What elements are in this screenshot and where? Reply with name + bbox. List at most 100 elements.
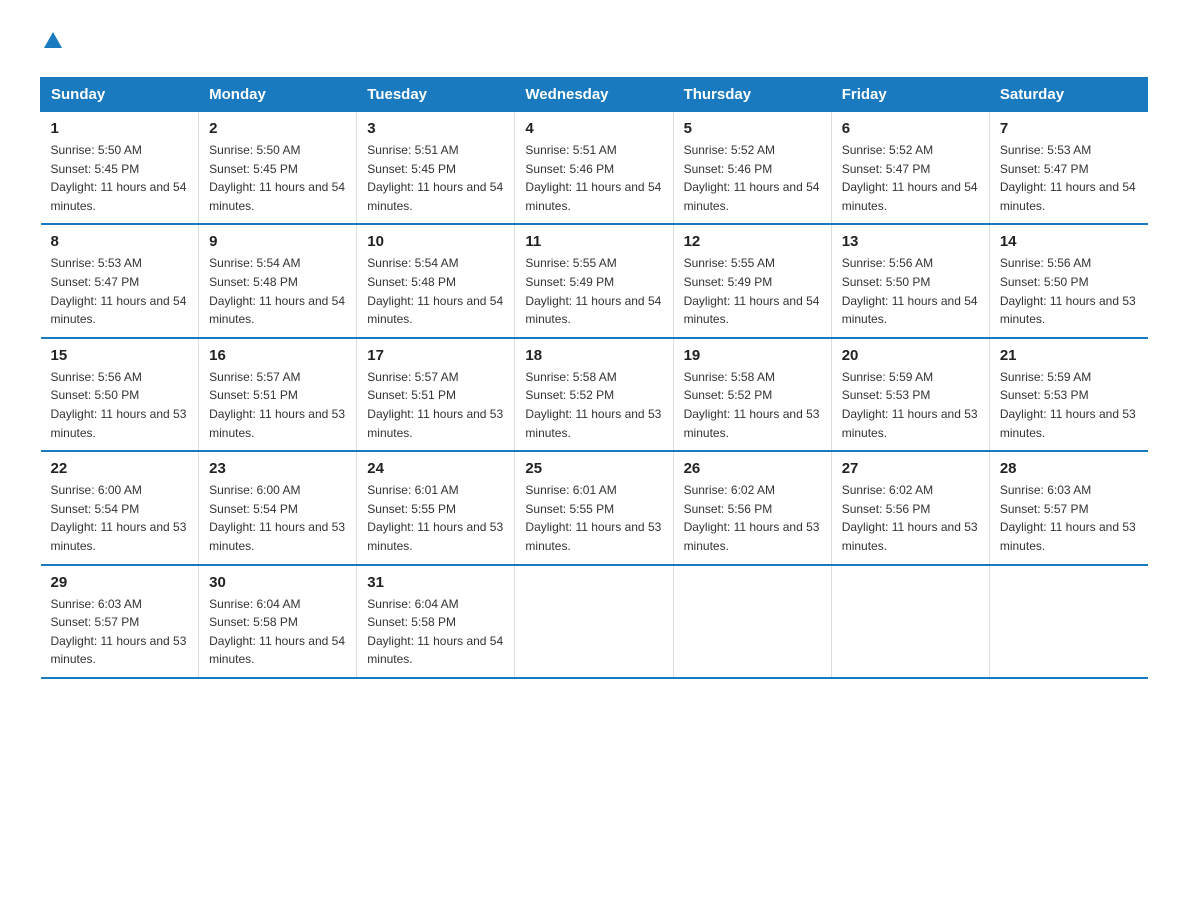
header-cell-sunday: Sunday [41, 78, 199, 112]
day-number: 7 [1000, 120, 1138, 137]
day-cell: 28 Sunrise: 6:03 AM Sunset: 5:57 PM Dayl… [989, 451, 1147, 564]
day-info: Sunrise: 5:51 AM Sunset: 5:46 PM Dayligh… [525, 141, 662, 215]
day-cell: 29 Sunrise: 6:03 AM Sunset: 5:57 PM Dayl… [41, 565, 199, 678]
header-row: SundayMondayTuesdayWednesdayThursdayFrid… [41, 78, 1148, 112]
week-row-2: 8 Sunrise: 5:53 AM Sunset: 5:47 PM Dayli… [41, 224, 1148, 337]
day-number: 19 [684, 347, 821, 364]
day-info: Sunrise: 5:51 AM Sunset: 5:45 PM Dayligh… [367, 141, 504, 215]
day-number: 9 [209, 233, 346, 250]
week-row-3: 15 Sunrise: 5:56 AM Sunset: 5:50 PM Dayl… [41, 338, 1148, 451]
day-info: Sunrise: 6:02 AM Sunset: 5:56 PM Dayligh… [684, 481, 821, 555]
day-number: 29 [51, 574, 189, 591]
day-info: Sunrise: 5:52 AM Sunset: 5:47 PM Dayligh… [842, 141, 979, 215]
header-cell-monday: Monday [199, 78, 357, 112]
day-number: 23 [209, 460, 346, 477]
day-number: 4 [525, 120, 662, 137]
day-info: Sunrise: 6:04 AM Sunset: 5:58 PM Dayligh… [367, 595, 504, 669]
day-info: Sunrise: 6:01 AM Sunset: 5:55 PM Dayligh… [367, 481, 504, 555]
day-info: Sunrise: 5:58 AM Sunset: 5:52 PM Dayligh… [525, 368, 662, 442]
day-number: 2 [209, 120, 346, 137]
day-number: 5 [684, 120, 821, 137]
day-number: 14 [1000, 233, 1138, 250]
day-number: 1 [51, 120, 189, 137]
day-info: Sunrise: 5:50 AM Sunset: 5:45 PM Dayligh… [209, 141, 346, 215]
day-cell: 13 Sunrise: 5:56 AM Sunset: 5:50 PM Dayl… [831, 224, 989, 337]
calendar-table: SundayMondayTuesdayWednesdayThursdayFrid… [40, 77, 1148, 679]
day-cell: 1 Sunrise: 5:50 AM Sunset: 5:45 PM Dayli… [41, 112, 199, 225]
day-number: 13 [842, 233, 979, 250]
header [40, 30, 1148, 57]
day-number: 12 [684, 233, 821, 250]
day-info: Sunrise: 5:53 AM Sunset: 5:47 PM Dayligh… [1000, 141, 1138, 215]
day-cell: 18 Sunrise: 5:58 AM Sunset: 5:52 PM Dayl… [515, 338, 673, 451]
day-number: 24 [367, 460, 504, 477]
day-info: Sunrise: 5:52 AM Sunset: 5:46 PM Dayligh… [684, 141, 821, 215]
day-info: Sunrise: 5:50 AM Sunset: 5:45 PM Dayligh… [51, 141, 189, 215]
day-number: 8 [51, 233, 189, 250]
day-cell [673, 565, 831, 678]
day-cell: 24 Sunrise: 6:01 AM Sunset: 5:55 PM Dayl… [357, 451, 515, 564]
day-cell [831, 565, 989, 678]
day-cell: 5 Sunrise: 5:52 AM Sunset: 5:46 PM Dayli… [673, 112, 831, 225]
day-cell: 11 Sunrise: 5:55 AM Sunset: 5:49 PM Dayl… [515, 224, 673, 337]
day-number: 10 [367, 233, 504, 250]
day-number: 31 [367, 574, 504, 591]
day-info: Sunrise: 5:59 AM Sunset: 5:53 PM Dayligh… [1000, 368, 1138, 442]
day-info: Sunrise: 6:02 AM Sunset: 5:56 PM Dayligh… [842, 481, 979, 555]
logo-triangle-icon [42, 30, 64, 52]
day-info: Sunrise: 6:03 AM Sunset: 5:57 PM Dayligh… [51, 595, 189, 669]
day-info: Sunrise: 5:56 AM Sunset: 5:50 PM Dayligh… [842, 254, 979, 328]
day-number: 20 [842, 347, 979, 364]
day-info: Sunrise: 6:04 AM Sunset: 5:58 PM Dayligh… [209, 595, 346, 669]
day-number: 25 [525, 460, 662, 477]
day-cell: 26 Sunrise: 6:02 AM Sunset: 5:56 PM Dayl… [673, 451, 831, 564]
day-cell: 10 Sunrise: 5:54 AM Sunset: 5:48 PM Dayl… [357, 224, 515, 337]
day-cell: 16 Sunrise: 5:57 AM Sunset: 5:51 PM Dayl… [199, 338, 357, 451]
day-number: 22 [51, 460, 189, 477]
day-cell: 22 Sunrise: 6:00 AM Sunset: 5:54 PM Dayl… [41, 451, 199, 564]
day-cell: 6 Sunrise: 5:52 AM Sunset: 5:47 PM Dayli… [831, 112, 989, 225]
day-cell: 19 Sunrise: 5:58 AM Sunset: 5:52 PM Dayl… [673, 338, 831, 451]
day-info: Sunrise: 5:57 AM Sunset: 5:51 PM Dayligh… [209, 368, 346, 442]
day-number: 11 [525, 233, 662, 250]
day-cell: 14 Sunrise: 5:56 AM Sunset: 5:50 PM Dayl… [989, 224, 1147, 337]
day-cell [515, 565, 673, 678]
day-cell: 9 Sunrise: 5:54 AM Sunset: 5:48 PM Dayli… [199, 224, 357, 337]
day-cell: 30 Sunrise: 6:04 AM Sunset: 5:58 PM Dayl… [199, 565, 357, 678]
day-cell: 3 Sunrise: 5:51 AM Sunset: 5:45 PM Dayli… [357, 112, 515, 225]
day-cell: 8 Sunrise: 5:53 AM Sunset: 5:47 PM Dayli… [41, 224, 199, 337]
day-cell: 20 Sunrise: 5:59 AM Sunset: 5:53 PM Dayl… [831, 338, 989, 451]
day-info: Sunrise: 5:56 AM Sunset: 5:50 PM Dayligh… [1000, 254, 1138, 328]
day-number: 21 [1000, 347, 1138, 364]
day-cell: 27 Sunrise: 6:02 AM Sunset: 5:56 PM Dayl… [831, 451, 989, 564]
header-cell-friday: Friday [831, 78, 989, 112]
day-cell: 31 Sunrise: 6:04 AM Sunset: 5:58 PM Dayl… [357, 565, 515, 678]
day-info: Sunrise: 5:54 AM Sunset: 5:48 PM Dayligh… [209, 254, 346, 328]
day-info: Sunrise: 5:59 AM Sunset: 5:53 PM Dayligh… [842, 368, 979, 442]
day-info: Sunrise: 5:58 AM Sunset: 5:52 PM Dayligh… [684, 368, 821, 442]
day-info: Sunrise: 5:54 AM Sunset: 5:48 PM Dayligh… [367, 254, 504, 328]
week-row-4: 22 Sunrise: 6:00 AM Sunset: 5:54 PM Dayl… [41, 451, 1148, 564]
day-info: Sunrise: 5:55 AM Sunset: 5:49 PM Dayligh… [525, 254, 662, 328]
day-number: 15 [51, 347, 189, 364]
day-info: Sunrise: 6:03 AM Sunset: 5:57 PM Dayligh… [1000, 481, 1138, 555]
header-cell-tuesday: Tuesday [357, 78, 515, 112]
day-cell: 2 Sunrise: 5:50 AM Sunset: 5:45 PM Dayli… [199, 112, 357, 225]
week-row-5: 29 Sunrise: 6:03 AM Sunset: 5:57 PM Dayl… [41, 565, 1148, 678]
day-info: Sunrise: 6:00 AM Sunset: 5:54 PM Dayligh… [209, 481, 346, 555]
day-number: 28 [1000, 460, 1138, 477]
day-number: 30 [209, 574, 346, 591]
day-number: 16 [209, 347, 346, 364]
day-cell: 23 Sunrise: 6:00 AM Sunset: 5:54 PM Dayl… [199, 451, 357, 564]
day-number: 3 [367, 120, 504, 137]
day-number: 18 [525, 347, 662, 364]
day-number: 6 [842, 120, 979, 137]
day-info: Sunrise: 5:55 AM Sunset: 5:49 PM Dayligh… [684, 254, 821, 328]
header-cell-thursday: Thursday [673, 78, 831, 112]
day-cell: 4 Sunrise: 5:51 AM Sunset: 5:46 PM Dayli… [515, 112, 673, 225]
day-number: 27 [842, 460, 979, 477]
day-cell [989, 565, 1147, 678]
day-cell: 17 Sunrise: 5:57 AM Sunset: 5:51 PM Dayl… [357, 338, 515, 451]
day-number: 17 [367, 347, 504, 364]
day-info: Sunrise: 6:01 AM Sunset: 5:55 PM Dayligh… [525, 481, 662, 555]
